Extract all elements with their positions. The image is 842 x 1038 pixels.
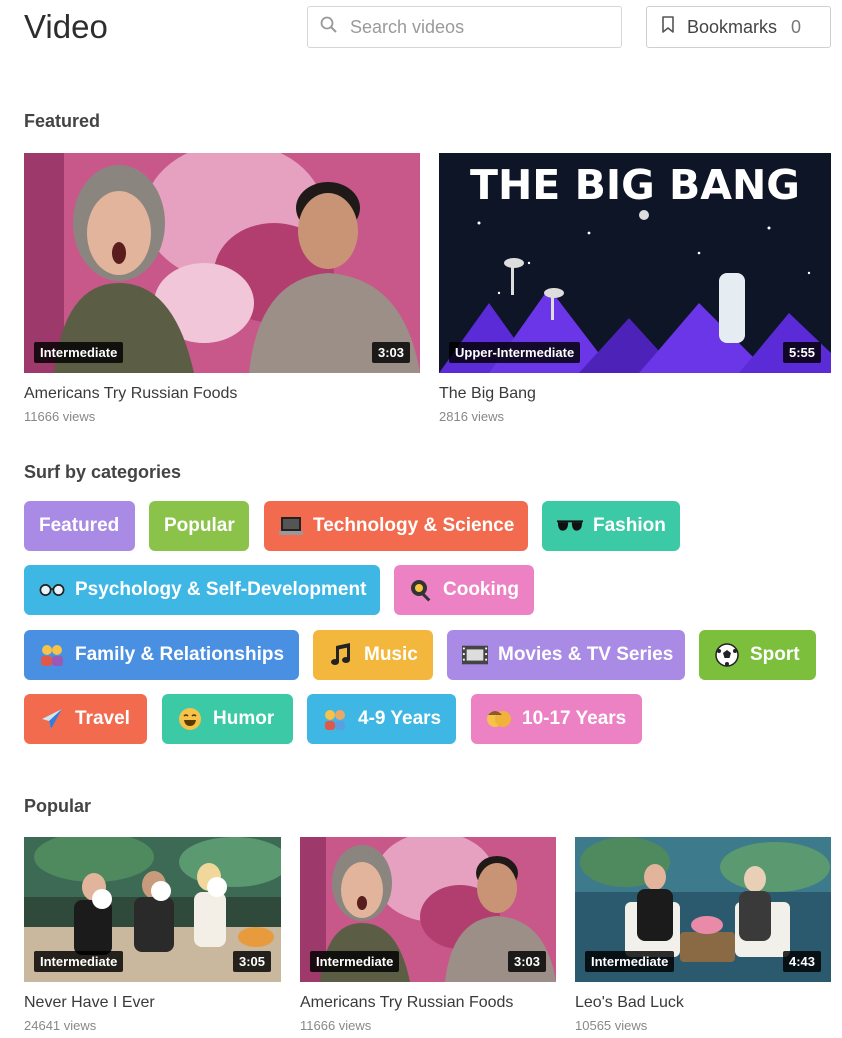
duration-badge: 3:03	[507, 951, 546, 972]
film-strip-icon	[462, 642, 488, 668]
laughing-face-icon	[177, 706, 203, 732]
category-label: Humor	[213, 708, 275, 729]
airplane-icon	[39, 706, 65, 732]
kids-icon	[322, 706, 348, 732]
level-badge: Intermediate	[585, 951, 675, 972]
category-chip-humor[interactable]: Humor	[162, 694, 293, 744]
duration-badge: 5:55	[782, 342, 821, 363]
video-views: 11666 views	[300, 1018, 372, 1033]
category-chip-movies[interactable]: Movies & TV Series	[447, 630, 685, 680]
laptop-icon	[279, 513, 303, 539]
video-views: 24641 views	[24, 1018, 97, 1033]
video-thumbnail[interactable]: Intermediate 4:43	[575, 837, 831, 982]
category-label: Featured	[39, 515, 120, 536]
glasses-icon	[39, 577, 65, 603]
video-thumbnail[interactable]: THE BIG BANG Upper-Intermediate 5:55	[439, 153, 831, 373]
category-chip-sport[interactable]: Sport	[699, 630, 816, 680]
video-title[interactable]: The Big Bang	[439, 385, 831, 403]
category-chip-technology-science[interactable]: Technology & Science	[264, 501, 528, 551]
category-chip-psychology[interactable]: Psychology & Self-Development	[24, 565, 380, 615]
category-label: Cooking	[443, 579, 519, 600]
category-chip-featured[interactable]: Featured	[24, 501, 135, 551]
popular-section-title: Popular	[24, 796, 92, 816]
category-chip-popular[interactable]: Popular	[149, 501, 249, 551]
category-label: Music	[364, 644, 418, 665]
category-label: Family & Relationships	[75, 644, 285, 665]
category-label: Psychology & Self-Development	[75, 579, 367, 600]
video-card[interactable]: Intermediate 3:03 Americans Try Russian …	[300, 837, 556, 1033]
video-card[interactable]: THE BIG BANG Upper-Intermediate 5:55 The…	[439, 153, 831, 424]
video-card[interactable]: Intermediate 4:43 Leo's Bad Luck 10565 v…	[575, 837, 831, 1033]
soccer-ball-icon	[714, 642, 740, 668]
category-chip-cooking[interactable]: Cooking	[394, 565, 534, 615]
category-chip-travel[interactable]: Travel	[24, 694, 147, 744]
video-thumbnail[interactable]: Intermediate 3:03	[24, 153, 420, 373]
family-icon	[39, 642, 65, 668]
frying-pan-icon	[409, 577, 433, 603]
bookmarks-count: 0	[791, 16, 802, 37]
video-thumbnail[interactable]: Intermediate 3:03	[300, 837, 556, 982]
category-chip-fashion[interactable]: Fashion	[542, 501, 680, 551]
video-title[interactable]: Leo's Bad Luck	[575, 994, 831, 1012]
category-label: 10-17 Years	[522, 708, 627, 729]
category-chip-10-17-years[interactable]: 10-17 Years	[471, 694, 642, 744]
video-views: 2816 views	[439, 409, 505, 424]
level-badge: Intermediate	[34, 951, 124, 972]
duration-badge: 4:43	[782, 951, 821, 972]
video-title[interactable]: Americans Try Russian Foods	[24, 385, 420, 403]
bookmarks-button[interactable]: Bookmarks 0	[646, 6, 831, 48]
category-label: Sport	[750, 644, 800, 665]
bookmarks-label: Bookmarks	[687, 16, 778, 37]
category-label: Travel	[75, 708, 130, 729]
video-card[interactable]: Intermediate 3:03 Americans Try Russian …	[24, 153, 420, 424]
video-views: 11666 views	[24, 409, 96, 424]
video-views: 10565 views	[575, 1018, 648, 1033]
bookmark-icon	[661, 15, 675, 39]
category-label: 4-9 Years	[358, 708, 442, 729]
duration-badge: 3:03	[371, 342, 410, 363]
video-title[interactable]: Never Have I Ever	[24, 994, 281, 1012]
video-card[interactable]: Intermediate 3:05 Never Have I Ever 2464…	[24, 837, 281, 1033]
sunglasses-icon	[557, 513, 583, 539]
category-label: Technology & Science	[313, 515, 515, 536]
video-thumbnail[interactable]: Intermediate 3:05	[24, 837, 281, 982]
duration-badge: 3:05	[232, 951, 271, 972]
thumbnail-title-text: THE BIG BANG	[470, 161, 800, 209]
level-badge: Intermediate	[310, 951, 400, 972]
search-icon	[320, 16, 338, 39]
category-label: Popular	[164, 515, 235, 536]
search-box[interactable]	[307, 6, 622, 48]
teen-icon	[486, 706, 512, 732]
level-badge: Intermediate	[34, 342, 124, 363]
category-label: Movies & TV Series	[498, 644, 674, 665]
search-input[interactable]	[350, 16, 610, 38]
category-chip-music[interactable]: Music	[313, 630, 433, 680]
category-chip-family[interactable]: Family & Relationships	[24, 630, 299, 680]
page-title: Video	[24, 8, 108, 45]
category-label: Fashion	[593, 515, 666, 536]
video-title[interactable]: Americans Try Russian Foods	[300, 994, 556, 1012]
featured-section-title: Featured	[24, 111, 101, 131]
category-chip-4-9-years[interactable]: 4-9 Years	[307, 694, 456, 744]
level-badge: Upper-Intermediate	[449, 342, 581, 363]
music-note-icon	[328, 642, 354, 668]
categories-section-title: Surf by categories	[24, 462, 182, 482]
